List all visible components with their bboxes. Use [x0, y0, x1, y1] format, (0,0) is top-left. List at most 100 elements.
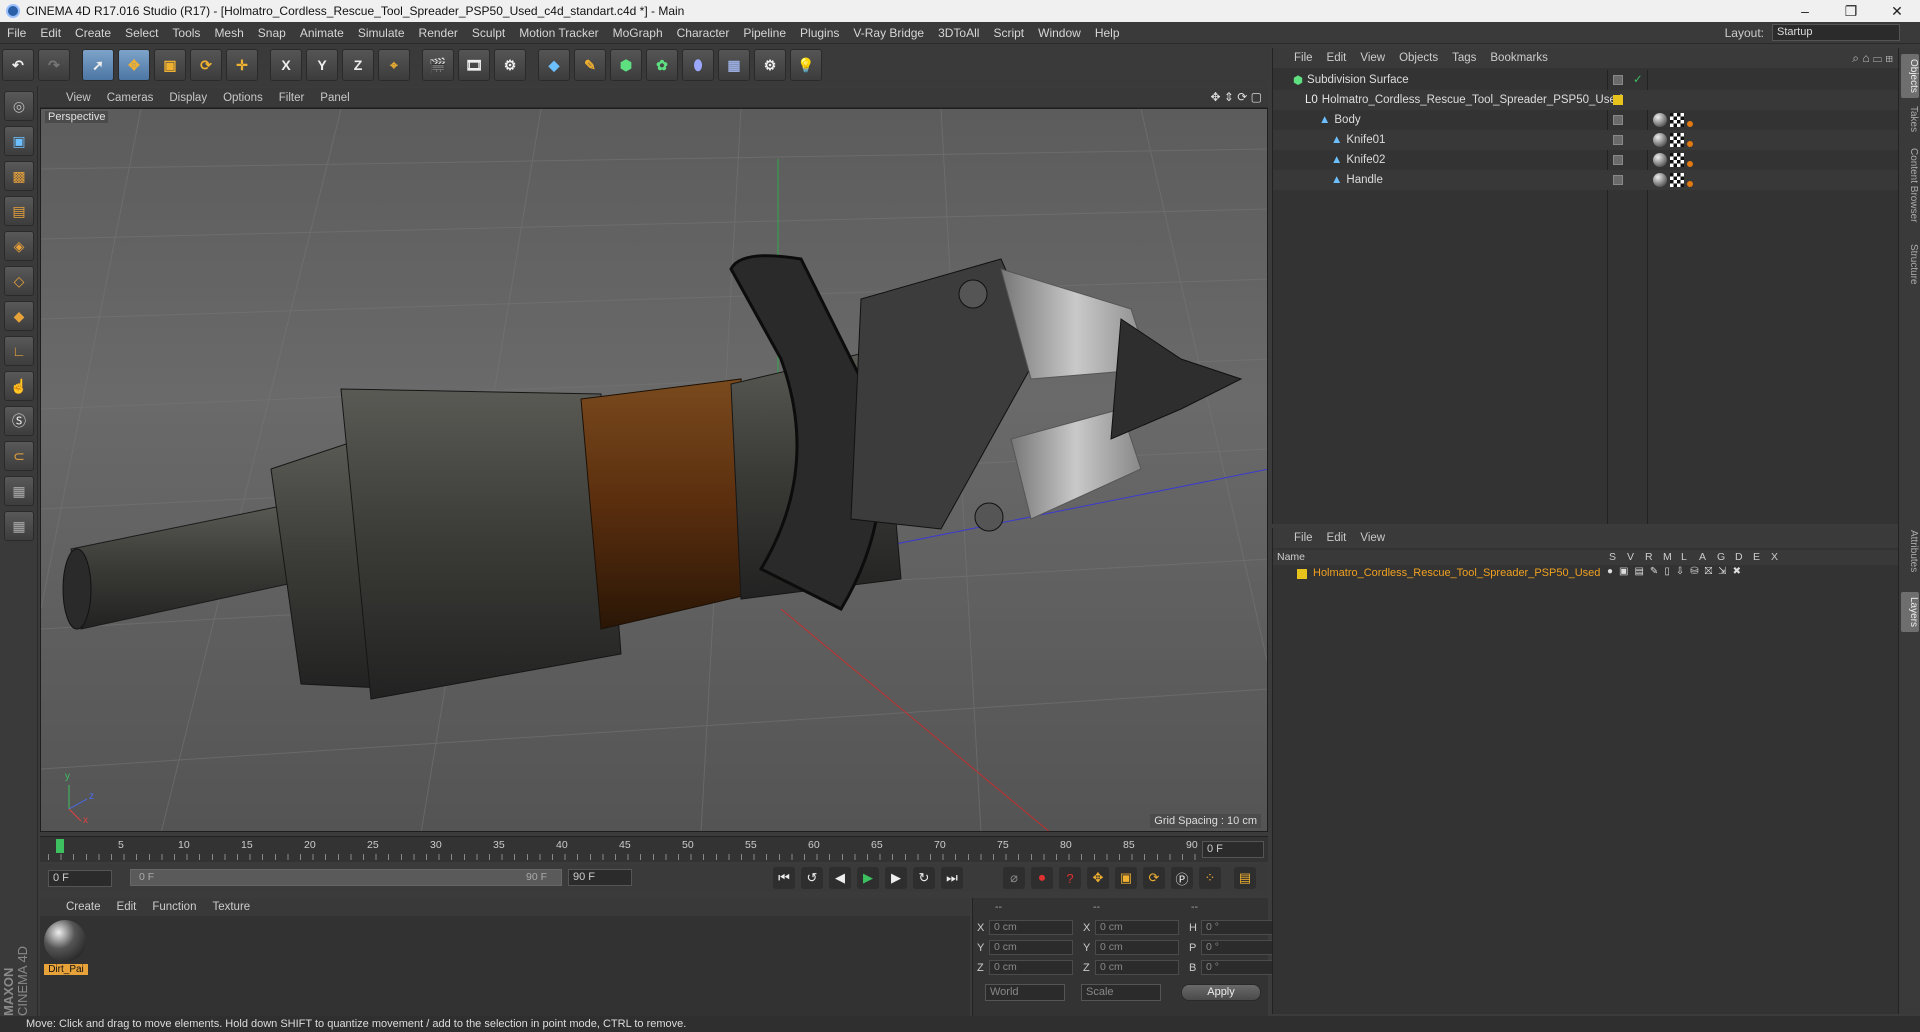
- layer-toggle-icons[interactable]: ●▣▤✎▯⇩⛁⛝⇲✖: [1607, 566, 1747, 577]
- size-mode-select[interactable]: Scale: [1081, 984, 1161, 1001]
- menu-file[interactable]: File: [0, 26, 33, 40]
- material-menu-texture[interactable]: Texture: [204, 901, 258, 913]
- material-menu-create[interactable]: Create: [58, 901, 109, 913]
- tab-content-browser[interactable]: Content Browser: [1901, 148, 1919, 222]
- points-mode-icon[interactable]: ◈: [4, 231, 34, 261]
- light-icon[interactable]: 💡: [790, 49, 822, 81]
- edit-toggle-icon[interactable]: [1613, 75, 1623, 85]
- menu-sculpt[interactable]: Sculpt: [465, 26, 512, 40]
- key-pla-icon[interactable]: ⁘: [1199, 867, 1221, 889]
- layer-color-tag[interactable]: [1613, 95, 1623, 105]
- menu-plugins[interactable]: Plugins: [793, 26, 846, 40]
- object-tags[interactable]: [1653, 153, 1693, 170]
- axis-y-lock-button[interactable]: Y: [306, 49, 338, 81]
- layer-row[interactable]: Holmatro_Cordless_Rescue_Tool_Spreader_P…: [1273, 566, 1899, 582]
- coordinate-space-select[interactable]: World: [985, 984, 1065, 1001]
- object-tags[interactable]: [1653, 133, 1693, 150]
- edit-toggle-icon[interactable]: [1613, 115, 1623, 125]
- object-manager-tools-icons[interactable]: ⌕ ⌂ ▭ ⊞: [1852, 51, 1893, 66]
- maximize-button[interactable]: ❐: [1828, 0, 1874, 22]
- menu-vray-bridge[interactable]: V-Ray Bridge: [846, 26, 931, 40]
- viewport-menu-display[interactable]: Display: [161, 92, 215, 104]
- menu-create[interactable]: Create: [68, 26, 118, 40]
- go-to-start-icon[interactable]: ⏮: [773, 867, 795, 889]
- next-key-icon[interactable]: ↻: [913, 867, 935, 889]
- rotation-p-field[interactable]: 0 °: [1201, 940, 1273, 955]
- current-frame-field[interactable]: 0 F: [1202, 841, 1264, 858]
- workplane-lock-icon[interactable]: ▦: [4, 511, 34, 541]
- position-z-field[interactable]: 0 cm: [989, 960, 1073, 975]
- menu-mesh[interactable]: Mesh: [207, 26, 250, 40]
- layer-color-swatch[interactable]: [1297, 569, 1307, 579]
- record-keyframe-icon[interactable]: ⏺: [1031, 867, 1053, 889]
- object-row[interactable]: ▲ Knife02: [1273, 150, 1899, 170]
- render-picture-viewer-icon[interactable]: 🎞: [458, 49, 490, 81]
- size-x-field[interactable]: 0 cm: [1095, 920, 1179, 935]
- grid-lock-icon[interactable]: ▦: [4, 476, 34, 506]
- key-rotation-icon[interactable]: ⟳: [1143, 867, 1165, 889]
- workplane-mode-icon[interactable]: ▤: [4, 196, 34, 226]
- edges-mode-icon[interactable]: ◇: [4, 266, 34, 296]
- menu-mograph[interactable]: MoGraph: [606, 26, 670, 40]
- playhead-marker[interactable]: [56, 839, 64, 853]
- array-mograph-icon[interactable]: ✿: [646, 49, 678, 81]
- object-tags[interactable]: [1653, 173, 1693, 190]
- viewport-menu-cameras[interactable]: Cameras: [99, 92, 162, 104]
- menu-window[interactable]: Window: [1031, 26, 1088, 40]
- polygons-mode-icon[interactable]: ◆: [4, 301, 34, 331]
- size-y-field[interactable]: 0 cm: [1095, 940, 1179, 955]
- model-mode-icon[interactable]: ▣: [4, 126, 34, 156]
- object-row[interactable]: ▲ Body: [1273, 110, 1899, 130]
- coordinate-system-button[interactable]: ⌖: [378, 49, 410, 81]
- axis-x-lock-button[interactable]: X: [270, 49, 302, 81]
- minimize-button[interactable]: –: [1782, 0, 1828, 22]
- edit-toggle-icon[interactable]: [1613, 175, 1623, 185]
- tab-objects[interactable]: Objects: [1901, 54, 1919, 98]
- material-menu-function[interactable]: Function: [144, 901, 204, 913]
- object-row[interactable]: ▲ Handle: [1273, 170, 1899, 190]
- tab-attributes[interactable]: Attributes: [1901, 530, 1919, 572]
- object-row[interactable]: L0 Holmatro_Cordless_Rescue_Tool_Spreade…: [1273, 90, 1899, 110]
- end-frame-field[interactable]: 90 F: [568, 869, 632, 886]
- pen-spline-icon[interactable]: ✎: [574, 49, 606, 81]
- menu-motion-tracker[interactable]: Motion Tracker: [512, 26, 605, 40]
- position-y-field[interactable]: 0 cm: [989, 940, 1073, 955]
- selection-tag-icon[interactable]: [1687, 121, 1693, 127]
- close-button[interactable]: ✕: [1874, 0, 1920, 22]
- texture-tag-icon[interactable]: [1670, 113, 1684, 127]
- objects-menu-file[interactable]: File: [1287, 52, 1320, 64]
- timeline-window-icon[interactable]: ▤: [1234, 867, 1256, 889]
- menu-edit[interactable]: Edit: [33, 26, 68, 40]
- select-tool-button[interactable]: ➚: [82, 49, 114, 81]
- edit-toggle-icon[interactable]: [1613, 155, 1623, 165]
- rotate-tool-button[interactable]: ⟳: [190, 49, 222, 81]
- position-x-field[interactable]: 0 cm: [989, 920, 1073, 935]
- camera-icon[interactable]: ⚙: [754, 49, 786, 81]
- menu-select[interactable]: Select: [118, 26, 165, 40]
- material-tag-icon[interactable]: [1653, 173, 1667, 187]
- key-scale-icon[interactable]: ▣: [1115, 867, 1137, 889]
- prev-frame-icon[interactable]: ◀: [829, 867, 851, 889]
- render-settings-icon[interactable]: ⚙: [494, 49, 526, 81]
- axis-z-lock-button[interactable]: Z: [342, 49, 374, 81]
- menu-render[interactable]: Render: [412, 26, 465, 40]
- rotation-h-field[interactable]: 0 °: [1201, 920, 1273, 935]
- texture-tag-icon[interactable]: [1670, 173, 1684, 187]
- material-menu-edit[interactable]: Edit: [109, 901, 145, 913]
- menu-pipeline[interactable]: Pipeline: [736, 26, 793, 40]
- object-tags[interactable]: [1653, 113, 1693, 130]
- key-position-icon[interactable]: ✥: [1087, 867, 1109, 889]
- deformer-icon[interactable]: ⬮: [682, 49, 714, 81]
- objects-menu-tags[interactable]: Tags: [1445, 52, 1483, 64]
- object-row[interactable]: ⬢ Subdivision Surface ✓: [1273, 70, 1899, 90]
- layers-menu-edit[interactable]: Edit: [1320, 532, 1354, 544]
- key-parameter-icon[interactable]: Ⓟ: [1171, 867, 1193, 889]
- menu-3dtoall[interactable]: 3DToAll: [931, 26, 986, 40]
- edit-toggle-icon[interactable]: [1613, 135, 1623, 145]
- play-icon[interactable]: ▶: [857, 867, 879, 889]
- cube-primitive-icon[interactable]: ◆: [538, 49, 570, 81]
- snap-icon[interactable]: Ⓢ: [4, 406, 34, 436]
- magnet-icon[interactable]: ⊂: [4, 441, 34, 471]
- menu-animate[interactable]: Animate: [293, 26, 351, 40]
- make-editable-icon[interactable]: ◎: [4, 91, 34, 121]
